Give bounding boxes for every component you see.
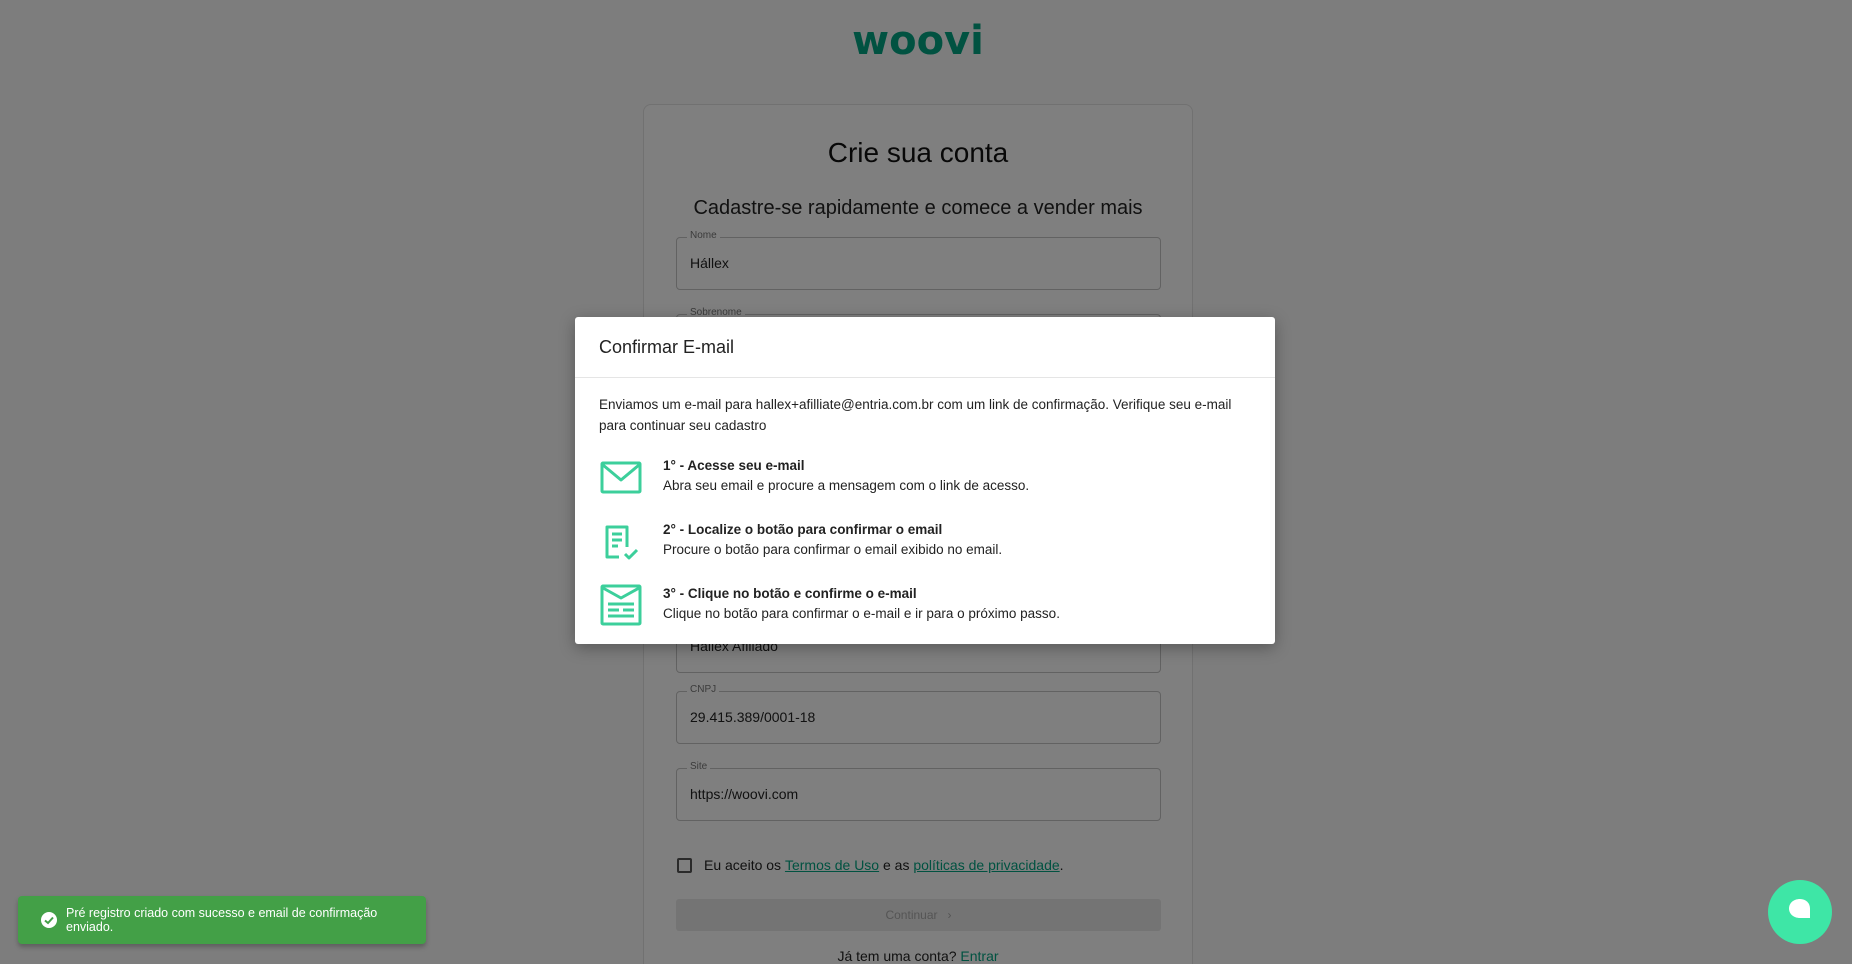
- step-1-title: 1° - Acesse seu e-mail: [663, 458, 805, 473]
- dialog-header: Confirmar E-mail: [575, 317, 1275, 378]
- dialog-title: Confirmar E-mail: [599, 336, 735, 357]
- document-check-icon: [599, 519, 643, 563]
- check-circle-icon: [40, 911, 58, 929]
- step-1: 1° - Acesse seu e-mail Abra seu email e …: [599, 455, 1249, 503]
- confirm-email-dialog: Confirmar E-mail Enviamos um e-mail para…: [575, 317, 1275, 644]
- step-2-desc: Procure o botão para confirmar o email e…: [663, 542, 1003, 557]
- step-2: 2° - Localize o botão para confirmar o e…: [599, 519, 1249, 567]
- email-list-icon: [599, 583, 643, 627]
- step-3-desc: Clique no botão para confirmar o e-mail …: [663, 606, 1060, 621]
- success-toast: Pré registro criado com sucesso e email …: [18, 896, 426, 944]
- dialog-body: Enviamos um e-mail para hallex+afilliate…: [575, 378, 1275, 452]
- step-1-desc: Abra seu email e procure a mensagem com …: [663, 478, 1030, 493]
- chat-bubble-icon: [1786, 896, 1814, 929]
- step-2-title: 2° - Localize o botão para confirmar o e…: [663, 522, 943, 537]
- envelope-icon: [599, 455, 643, 499]
- chat-button[interactable]: [1768, 880, 1832, 944]
- step-3: 3° - Clique no botão e confirme o e-mail…: [599, 583, 1249, 631]
- dialog-description: Enviamos um e-mail para hallex+afilliate…: [599, 397, 1232, 433]
- toast-message: Pré registro criado com sucesso e email …: [66, 906, 378, 934]
- step-3-title: 3° - Clique no botão e confirme o e-mail: [663, 586, 917, 601]
